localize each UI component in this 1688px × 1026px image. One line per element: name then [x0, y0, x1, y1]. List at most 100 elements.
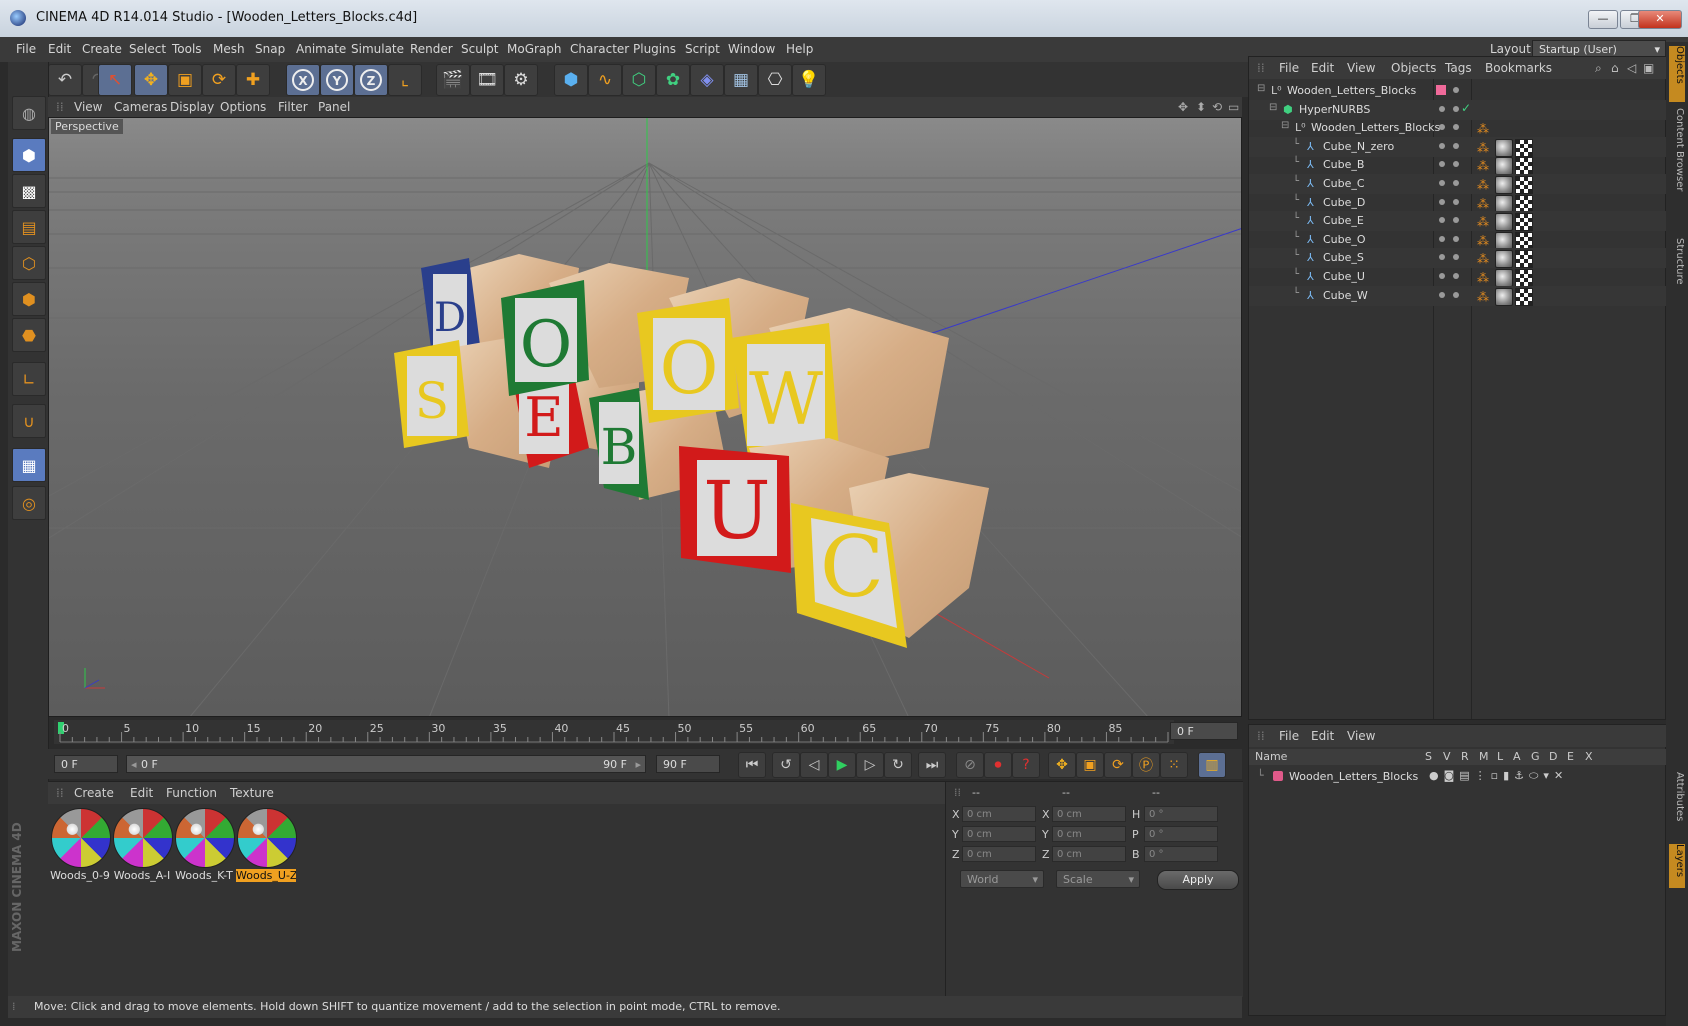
menu-simulate[interactable]: Simulate — [351, 42, 404, 56]
layer-col-solo[interactable]: S — [1425, 750, 1432, 763]
editor-visibility-dot[interactable] — [1439, 105, 1445, 112]
object-menu-tags[interactable]: Tags — [1445, 61, 1472, 75]
phong-tag-icon[interactable]: ⁂ — [1477, 215, 1489, 229]
menu-animate[interactable]: Animate — [296, 42, 346, 56]
layer-menu-view[interactable]: View — [1347, 729, 1375, 743]
object-row[interactable]: └ ⅄ Cube_S ⁂ — [1249, 248, 1667, 269]
material-menu-function[interactable]: Function — [166, 786, 217, 800]
editor-visibility-dot[interactable] — [1439, 291, 1445, 298]
tweak-mode-button[interactable]: ∪ — [12, 404, 46, 438]
layer-col-animation[interactable]: A — [1513, 750, 1521, 763]
phong-tag-icon[interactable]: ⁂ — [1477, 141, 1489, 155]
layer-color-swatch[interactable] — [1273, 771, 1283, 781]
key-scale-button[interactable]: ▣ — [1076, 752, 1104, 778]
size-z-field[interactable]: 0 cm — [1052, 846, 1126, 862]
editor-visibility-dot[interactable] — [1439, 273, 1445, 279]
material-menu-texture[interactable]: Texture — [230, 786, 274, 800]
viewport-menu-cameras[interactable]: Cameras — [114, 100, 167, 114]
material-swatch[interactable]: Woods_A-I — [112, 808, 173, 882]
pos-z-field[interactable]: 0 cm — [962, 846, 1036, 862]
size-x-field[interactable]: 0 cm — [1052, 806, 1126, 822]
tab-objects[interactable]: Objects — [1669, 46, 1685, 102]
editor-visibility-dot[interactable] — [1439, 142, 1445, 149]
record-keys-button[interactable]: ⊘ — [956, 752, 984, 778]
viewport-menu-options[interactable]: Options — [220, 100, 266, 114]
layer-col-render[interactable]: R — [1461, 750, 1469, 763]
menu-edit[interactable]: Edit — [48, 42, 71, 56]
viewport-rotate-icon[interactable]: ⟲ — [1212, 100, 1222, 114]
layer-color-swatch[interactable] — [1436, 85, 1446, 95]
render-picture-viewer-button[interactable]: 🎞 — [470, 64, 504, 96]
locked-workplane-button[interactable]: ◎ — [12, 486, 46, 520]
phong-tag-icon[interactable]: ⁂ — [1477, 122, 1489, 136]
add-scene-floor-button[interactable]: ▦ — [724, 64, 758, 96]
material-tag-icon[interactable] — [1495, 269, 1513, 287]
apply-button[interactable]: Apply — [1157, 870, 1239, 890]
menu-sculpt[interactable]: Sculpt — [461, 42, 498, 56]
timeline-ruler[interactable]: 051015202530354045505560657075808590 0 F — [54, 720, 1238, 744]
viewport-move-icon[interactable]: ✥ — [1178, 100, 1188, 114]
object-menu-bookmarks[interactable]: Bookmarks — [1485, 61, 1552, 75]
viewport-menu-filter[interactable]: Filter — [278, 100, 308, 114]
key-position-button[interactable]: ✥ — [1048, 752, 1076, 778]
editor-visibility-dot[interactable] — [1439, 161, 1445, 168]
go-to-previous-key-button[interactable]: ↺ — [772, 752, 800, 778]
render-visibility-dot[interactable] — [1453, 217, 1459, 224]
editor-visibility-dot[interactable] — [1439, 235, 1445, 242]
layer-row[interactable]: └ Wooden_Letters_Blocks ●◙▤⋮▫▮⚓⬭▾✕ — [1249, 767, 1667, 787]
tab-content-browser[interactable]: Content Browser — [1669, 108, 1685, 228]
rot-h-field[interactable]: 0 ° — [1144, 806, 1218, 822]
object-row[interactable]: └ ⅄ Cube_U ⁂ — [1249, 267, 1667, 287]
pos-y-field[interactable]: 0 cm — [962, 826, 1036, 842]
uvw-tag-icon[interactable] — [1515, 213, 1533, 232]
render-visibility-dot[interactable] — [1453, 124, 1459, 131]
add-camera-button[interactable]: ⎔ — [758, 64, 792, 96]
object-row[interactable]: └ ⅄ Cube_W ⁂ — [1249, 285, 1667, 306]
render-visibility-dot[interactable] — [1453, 273, 1459, 279]
go-to-end-button[interactable]: ⏭ — [918, 752, 946, 778]
menu-plugins[interactable]: Plugins — [633, 42, 676, 56]
material-tag-icon[interactable] — [1495, 213, 1513, 232]
render-view-button[interactable]: 🎬 — [436, 64, 470, 96]
object-menu-objects[interactable]: Objects — [1391, 61, 1436, 75]
snap-button[interactable]: ▦ — [12, 448, 46, 482]
key-rotation-button[interactable]: ⟳ — [1104, 752, 1132, 778]
uvw-tag-icon[interactable] — [1515, 231, 1533, 250]
z-axis-lock-button[interactable]: Z — [354, 64, 388, 96]
editor-visibility-dot[interactable] — [1439, 180, 1445, 186]
layer-col-xref[interactable]: X — [1585, 750, 1593, 763]
menu-window[interactable]: Window — [728, 42, 775, 56]
layer-col-expressions[interactable]: E — [1567, 750, 1574, 763]
axis-mode-button[interactable]: ∟ — [12, 362, 46, 396]
make-editable-button[interactable]: ◍ — [12, 96, 46, 130]
object-row[interactable]: └ ⅄ Cube_C ⁂ — [1249, 174, 1667, 194]
polygons-mode-button[interactable]: ⬣ — [12, 318, 46, 352]
viewport-maximize-icon[interactable]: ▭ — [1228, 100, 1239, 114]
layer-menu-edit[interactable]: Edit — [1311, 729, 1334, 743]
phong-tag-icon[interactable]: ⁂ — [1477, 252, 1489, 266]
points-mode-button[interactable]: ⬡ — [12, 246, 46, 280]
edges-mode-button[interactable]: ⬢ — [12, 282, 46, 316]
recent-tool-button[interactable]: ✚ — [236, 64, 270, 96]
render-settings-button[interactable]: ⚙ — [504, 64, 538, 96]
start-frame-field[interactable]: 0 F — [54, 755, 118, 773]
add-cube-button[interactable]: ⬢ — [554, 64, 588, 96]
layer-toggle-icons[interactable]: ●◙▤⋮▫▮⚓⬭▾✕ — [1429, 769, 1568, 783]
step-back-button[interactable]: ◁ — [800, 752, 828, 778]
layer-col-generators[interactable]: G — [1531, 750, 1540, 763]
menu-snap[interactable]: Snap — [255, 42, 285, 56]
material-tag-icon[interactable] — [1495, 194, 1513, 213]
material-menu-create[interactable]: Create — [74, 786, 114, 800]
material-tag-icon[interactable] — [1495, 138, 1513, 157]
render-visibility-dot[interactable] — [1453, 142, 1459, 149]
rot-b-field[interactable]: 0 ° — [1144, 846, 1218, 862]
object-row[interactable]: └ ⅄ Cube_E ⁂ — [1249, 211, 1667, 232]
back-icon[interactable]: ◁ — [1627, 61, 1636, 75]
current-frame-field[interactable]: 0 F — [1170, 722, 1238, 740]
object-row[interactable]: └ ⅄ Cube_D ⁂ — [1249, 193, 1667, 213]
object-row[interactable]: └ ⅄ Cube_O ⁂ — [1249, 230, 1667, 250]
3d-viewport[interactable]: D S E O B O W U C Perspective — [48, 117, 1242, 717]
render-visibility-dot[interactable] — [1453, 291, 1459, 298]
undo-button[interactable]: ↶ — [48, 64, 82, 96]
menu-select[interactable]: Select — [129, 42, 166, 56]
